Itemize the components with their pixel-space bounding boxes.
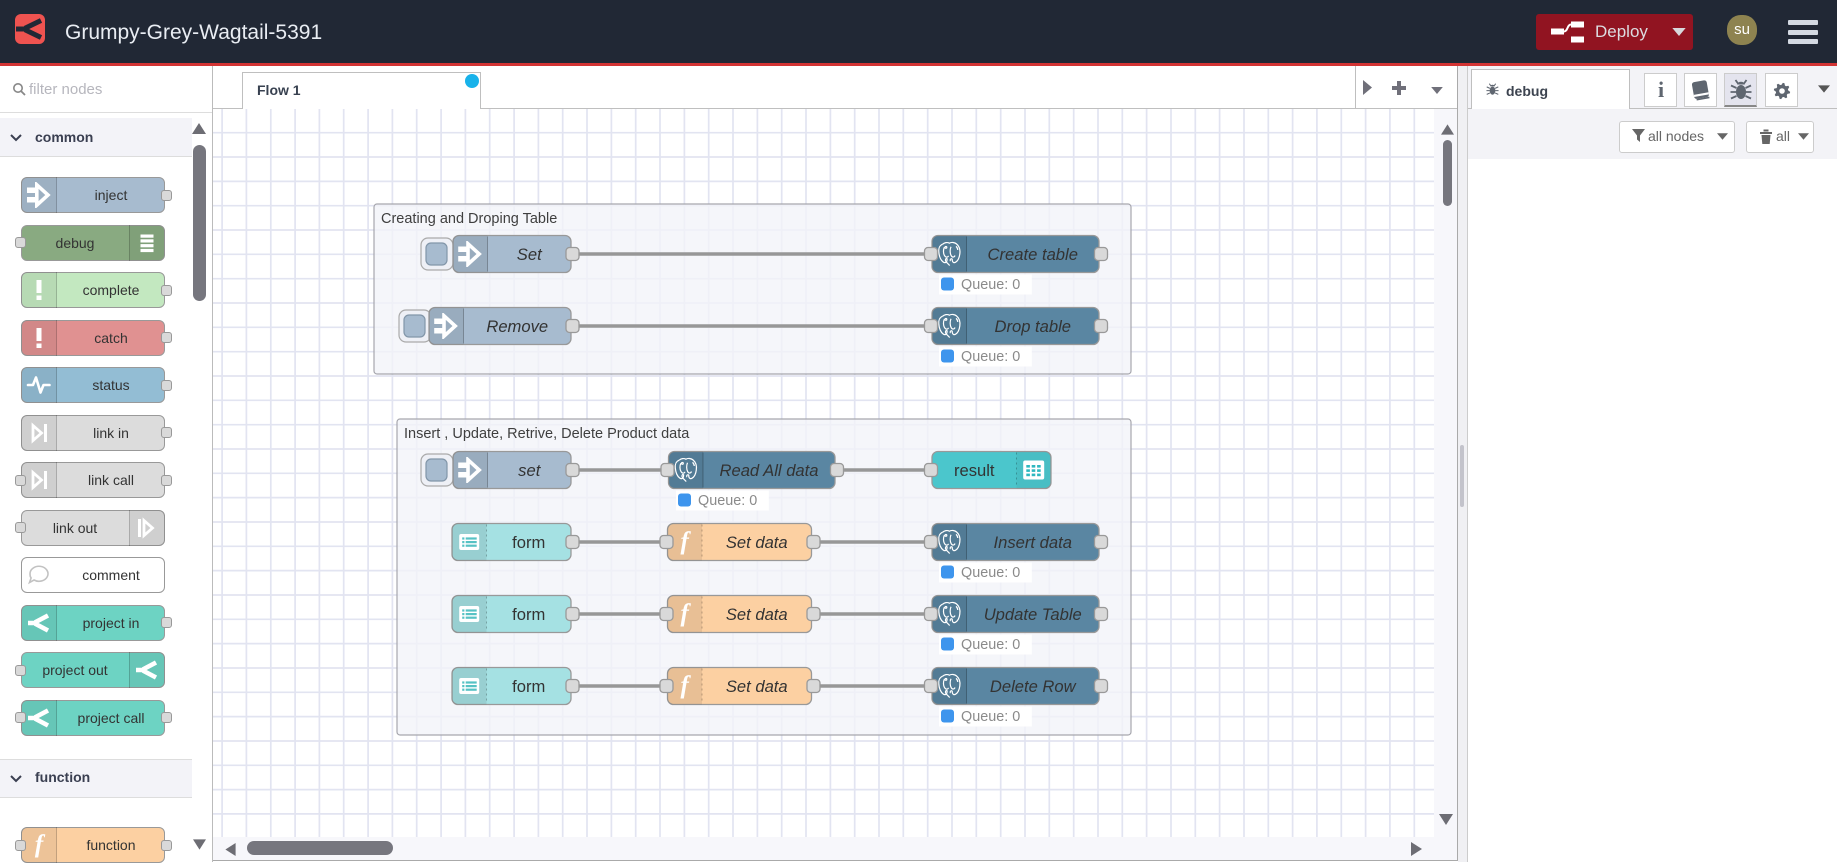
svg-text:Remove: Remove <box>486 317 548 336</box>
svg-text:form: form <box>512 605 545 624</box>
svg-text:Create table: Create table <box>988 245 1078 264</box>
svg-text:i: i <box>1657 77 1663 102</box>
svg-text:Queue: 0: Queue: 0 <box>961 277 1020 293</box>
svg-text:Creating and Droping Table: Creating and Droping Table <box>381 211 557 227</box>
svg-text:Set data: Set data <box>726 605 788 624</box>
svg-text:Drop table: Drop table <box>994 317 1071 336</box>
svg-text:Queue: 0: Queue: 0 <box>961 709 1020 725</box>
svg-text:Queue: 0: Queue: 0 <box>698 493 757 509</box>
svg-text:Queue: 0: Queue: 0 <box>961 349 1020 365</box>
svg-text:Update Table: Update Table <box>984 605 1082 624</box>
svg-text:Read All data: Read All data <box>719 461 818 480</box>
svg-text:Set: Set <box>517 245 543 264</box>
svg-text:Set data: Set data <box>726 677 788 696</box>
svg-text:Queue: 0: Queue: 0 <box>961 565 1020 581</box>
svg-text:Insert , Update, Retrive, Dele: Insert , Update, Retrive, Delete Product… <box>404 426 690 442</box>
svg-text:set: set <box>518 461 542 480</box>
svg-text:result: result <box>954 461 995 480</box>
svg-text:form: form <box>512 533 545 552</box>
svg-text:form: form <box>512 677 545 696</box>
svg-text:Set data: Set data <box>726 533 788 552</box>
svg-text:Insert data: Insert data <box>994 533 1072 552</box>
svg-text:Delete Row: Delete Row <box>990 677 1077 696</box>
svg-text:Queue: 0: Queue: 0 <box>961 637 1020 653</box>
